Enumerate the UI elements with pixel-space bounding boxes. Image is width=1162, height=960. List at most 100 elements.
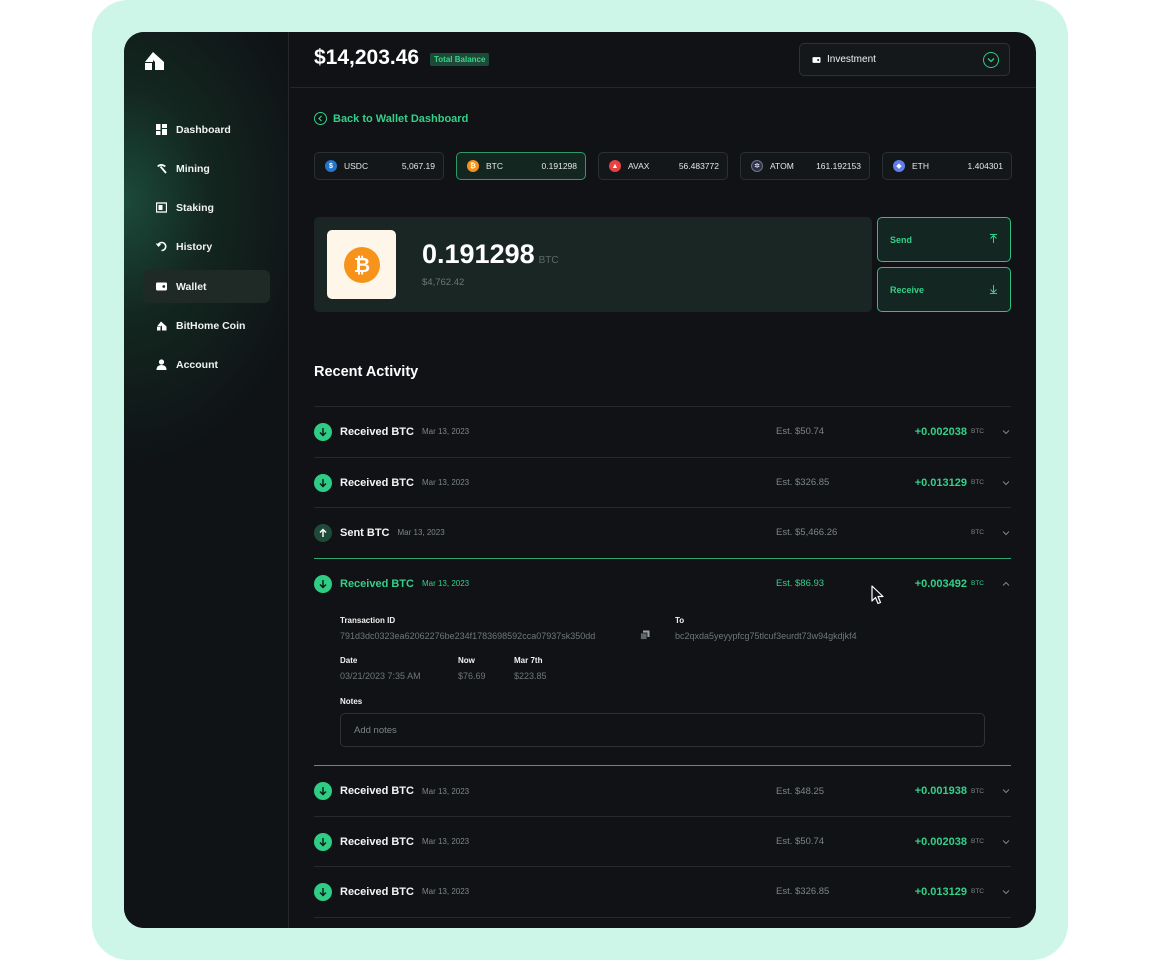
token-tab-atom[interactable]: ✲ ATOM 161.192153 xyxy=(740,152,870,180)
avax-icon: ▲ xyxy=(609,160,621,172)
chevron-down-icon[interactable] xyxy=(1001,427,1011,437)
chevron-down-icon[interactable] xyxy=(1001,478,1011,488)
activity-title: Received BTC xyxy=(340,785,414,797)
sidebar-item-dashboard[interactable]: Dashboard xyxy=(143,113,270,146)
token-tab-btc[interactable]: ₿ BTC 0.191298 xyxy=(456,152,586,180)
sidebar-item-mining[interactable]: Mining xyxy=(143,152,270,185)
app-window: Dashboard Mining Staking History Wallet xyxy=(124,32,1036,928)
token-symbol: ATOM xyxy=(770,161,794,171)
activity-row-expanded[interactable]: Received BTC Mar 13, 2023 Est. $86.93 +0… xyxy=(314,558,1011,608)
wallet-select-dropdown[interactable]: Investment xyxy=(799,43,1010,76)
eth-icon: ◆ xyxy=(893,160,905,172)
activity-amount: +0.013129 xyxy=(914,885,967,898)
token-value: 161.192153 xyxy=(816,161,861,171)
token-symbol: ETH xyxy=(912,161,929,171)
mar-7th-value: $223.85 xyxy=(514,671,547,681)
coin-usd-value: $4,762.42 xyxy=(422,277,465,288)
arrow-up-icon xyxy=(989,233,998,246)
wallet-select-value: Investment xyxy=(827,54,876,65)
send-button[interactable]: Send xyxy=(877,217,1011,262)
now-label: Now xyxy=(458,656,475,665)
chevron-down-icon[interactable] xyxy=(1001,786,1011,796)
history-icon xyxy=(156,241,167,252)
chevron-down-icon[interactable] xyxy=(983,52,999,68)
transaction-id-label: Transaction ID xyxy=(340,616,396,625)
sidebar-item-staking[interactable]: Staking xyxy=(143,191,270,224)
sidebar-item-label: Account xyxy=(176,358,218,371)
svg-text:₿: ₿ xyxy=(353,253,369,277)
activity-row[interactable]: Received BTC Mar 13, 2023 Est. $326.85 +… xyxy=(314,866,1011,916)
date-value: 03/21/2023 7:35 AM xyxy=(340,671,421,681)
token-value: 0.191298 xyxy=(541,161,577,171)
receive-button[interactable]: Receive xyxy=(877,267,1011,312)
coin-amount: 0.191298 BTC xyxy=(422,239,559,270)
activity-amount: +0.001938 xyxy=(914,785,967,797)
receive-button-label: Receive xyxy=(890,284,925,295)
wallet-icon xyxy=(156,281,167,292)
received-arrow-icon xyxy=(314,574,332,593)
activity-unit: BTC xyxy=(971,428,984,435)
grid-icon xyxy=(156,124,167,135)
activity-amount: +0.003492 xyxy=(914,577,967,590)
activity-row[interactable]: Sent BTC Mar 13, 2023 Est. $5,466.26 BTC xyxy=(314,507,1011,557)
copy-icon[interactable] xyxy=(640,630,650,640)
pickaxe-icon xyxy=(156,163,167,174)
chevron-down-icon[interactable] xyxy=(1001,887,1011,897)
sidebar-item-label: Staking xyxy=(176,201,214,214)
activity-date: Mar 13, 2023 xyxy=(421,427,470,436)
activity-title: Sent BTC xyxy=(340,526,390,539)
activity-unit: BTC xyxy=(971,529,984,536)
activity-est-value: Est. $86.93 xyxy=(776,578,825,589)
now-value: $76.69 xyxy=(458,671,486,681)
token-tab-avax[interactable]: ▲ AVAX 56.483772 xyxy=(598,152,728,180)
total-balance-badge: Total Balance xyxy=(430,53,490,66)
recent-activity-title: Recent Activity xyxy=(314,364,419,380)
activity-title: Received BTC xyxy=(340,835,414,848)
activity-date: Mar 13, 2023 xyxy=(421,579,470,588)
sidebar-item-wallet[interactable]: Wallet xyxy=(143,270,270,303)
activity-date: Mar 13, 2023 xyxy=(421,478,470,487)
token-symbol: BTC xyxy=(486,161,503,171)
activity-title: Received BTC xyxy=(340,885,414,898)
token-tab-usdc[interactable]: $ USDC 5,067.19 xyxy=(314,152,444,180)
to-label: To xyxy=(675,616,685,625)
activity-unit: BTC xyxy=(971,888,984,895)
bithome-logo-icon[interactable] xyxy=(143,50,165,70)
date-label: Date xyxy=(340,656,358,665)
sidebar-item-label: Wallet xyxy=(176,280,207,293)
chevron-up-icon[interactable] xyxy=(1001,579,1011,589)
sidebar-item-label: Mining xyxy=(176,162,210,175)
sidebar-item-history[interactable]: History xyxy=(143,230,270,263)
notes-input[interactable] xyxy=(340,713,985,747)
coin-unit: BTC xyxy=(538,255,559,266)
activity-title: Received BTC xyxy=(340,425,414,438)
sent-arrow-icon xyxy=(314,523,332,542)
activity-row[interactable]: Received BTC Mar 13, 2023 Est. $48.25 +0… xyxy=(314,766,1011,816)
activity-date: Mar 13, 2023 xyxy=(421,837,470,846)
chevron-down-icon[interactable] xyxy=(1001,528,1011,538)
activity-est-value: Est. $50.74 xyxy=(776,426,825,437)
activity-row[interactable]: Received BTC Mar 13, 2023 Est. $50.74 +0… xyxy=(314,406,1011,456)
received-arrow-icon xyxy=(314,832,332,851)
transaction-id-value: 791d3dc0323ea62062276be234f1783698592cca… xyxy=(340,631,596,641)
to-address-value: bc2qxda5yeyypfcg75tlcuf3eurdt73w94gkdjkf… xyxy=(675,631,857,641)
activity-est-value: Est. $50.74 xyxy=(776,836,825,847)
staking-icon xyxy=(156,202,167,213)
bithome-icon xyxy=(156,320,167,331)
back-to-wallet-link[interactable]: Back to Wallet Dashboard xyxy=(314,112,468,125)
token-value: 5,067.19 xyxy=(401,161,435,171)
activity-est-value: Est. $326.85 xyxy=(776,477,830,488)
sidebar-item-bithome-coin[interactable]: BitHome Coin xyxy=(143,309,270,342)
btc-icon: ₿ xyxy=(343,246,380,283)
token-tab-eth[interactable]: ◆ ETH 1.404301 xyxy=(882,152,1012,180)
notes-label: Notes xyxy=(340,697,363,706)
token-value: 56.483772 xyxy=(678,161,719,171)
activity-row[interactable]: Received BTC Mar 13, 2023 Est. $50.74 +0… xyxy=(314,816,1011,866)
sidebar-item-account[interactable]: Account xyxy=(143,348,270,381)
chevron-down-icon[interactable] xyxy=(1001,837,1011,847)
token-value: 1.404301 xyxy=(967,161,1003,171)
activity-row[interactable]: Received BTC Mar 13, 2023 Est. $326.85 +… xyxy=(314,457,1011,507)
activity-unit: BTC xyxy=(971,479,984,486)
top-header: $14,203.46 Total Balance Investment xyxy=(290,32,1036,88)
wallet-icon xyxy=(812,56,821,64)
